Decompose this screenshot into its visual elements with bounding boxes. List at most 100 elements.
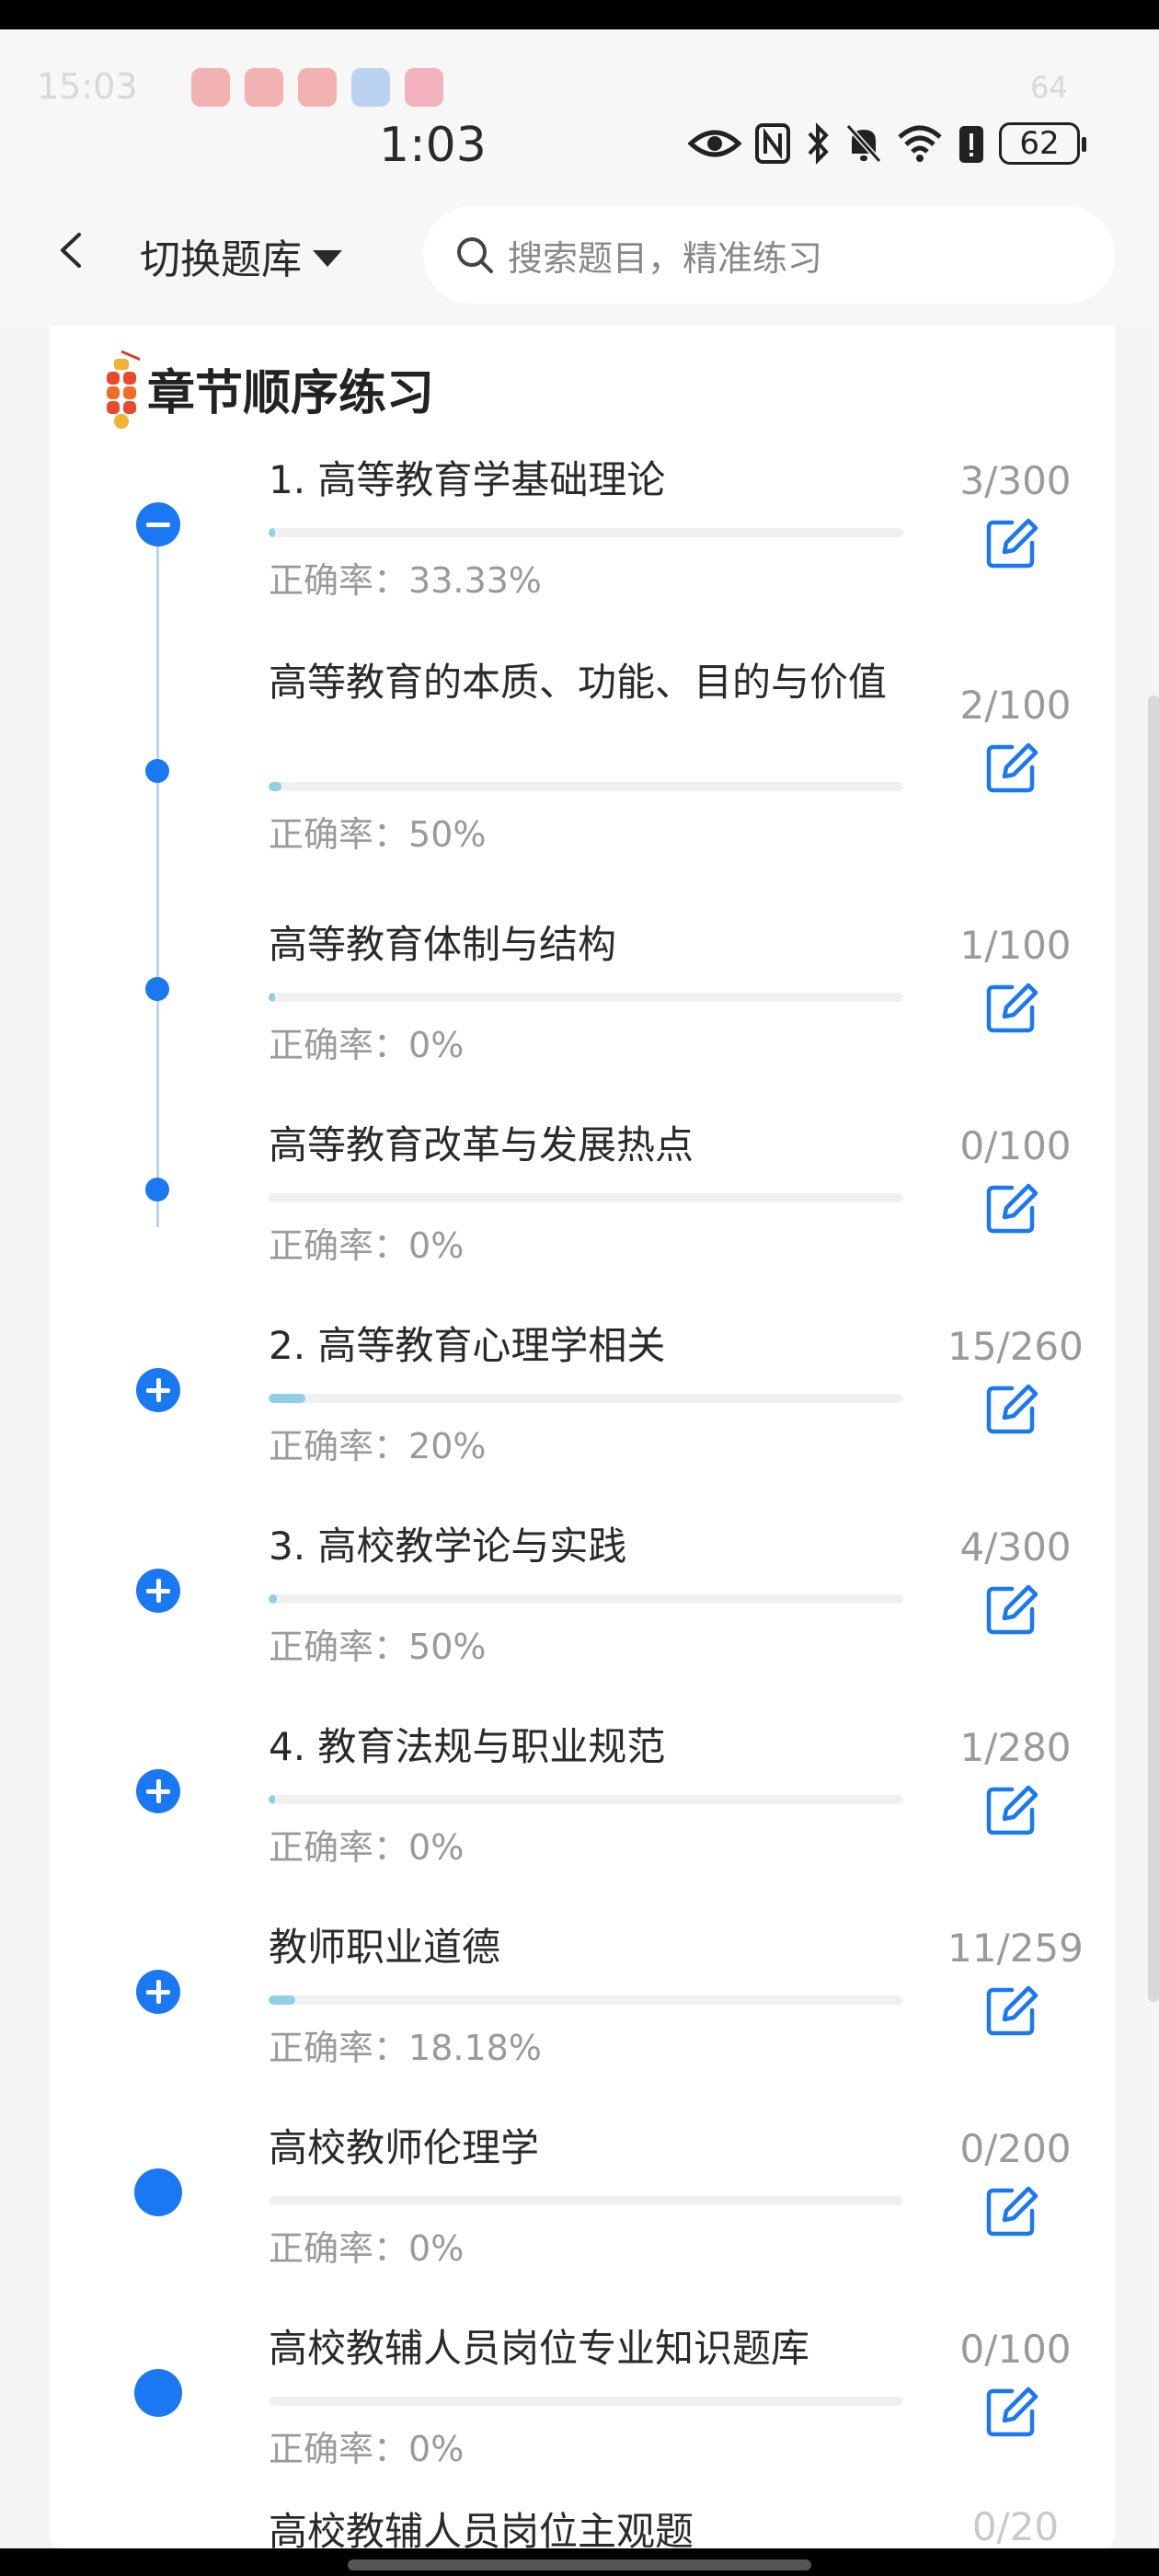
collapse-icon[interactable] [136, 502, 180, 546]
accuracy-text: 正确率：0% [269, 1217, 464, 1268]
switch-bank-dropdown[interactable]: 切换题库 [140, 226, 342, 285]
list-item[interactable]: 高校教辅人员岗位专业知识题库 正确率：0% 0/100 [50, 2323, 1115, 2516]
progress-bar [269, 782, 903, 791]
chapter-title: 教师职业道德 [269, 1925, 501, 1970]
chapter-count: 0/100 [959, 1123, 1072, 1168]
accuracy-label: 正确率： [269, 814, 409, 855]
progress-bar [269, 2196, 903, 2205]
chapter-title: 高等教育的本质、功能、目的与价值 [269, 660, 888, 705]
chapter-title: 高校教辅人员岗位专业知识题库 [269, 2326, 810, 2371]
home-indicator[interactable] [348, 2559, 811, 2570]
ghost-app-icon [351, 68, 390, 107]
accuracy-text: 正确率：20% [269, 1418, 486, 1468]
ghost-app-icon [245, 68, 283, 107]
chapter-title: 高等教育改革与发展热点 [269, 1122, 694, 1167]
chapter-count: 1/100 [959, 923, 1072, 968]
timeline-dot-icon [145, 977, 169, 1001]
accuracy-value: 50% [408, 814, 487, 855]
list-item[interactable]: 高等教育体制与结构 正确率：0% 1/100 [50, 919, 1115, 1112]
firecracker-icon [107, 350, 140, 429]
list-item[interactable]: 4. 教育法规与职业规范 正确率：0% 1/280 [50, 1721, 1115, 1915]
status-time: 1:03 [379, 118, 487, 173]
expand-icon[interactable] [136, 1569, 180, 1613]
caret-down-icon [313, 250, 342, 267]
battery-level: 62 [1019, 125, 1060, 162]
edit-icon[interactable] [984, 1581, 1041, 1637]
progress-fill [269, 1394, 306, 1403]
expand-icon[interactable] [136, 1769, 180, 1813]
bluetooth-icon [808, 122, 829, 165]
ghost-battery: 64 [1030, 70, 1068, 105]
accuracy-value: 0% [408, 1025, 465, 1065]
expand-icon[interactable] [136, 1970, 180, 2014]
accuracy-value: 33.33% [408, 560, 542, 601]
chapter-count: 11/259 [947, 1926, 1084, 1971]
list-item[interactable]: 1. 高等教育学基础理论 正确率：33.33% 3/300 [50, 454, 1115, 648]
edit-icon[interactable] [984, 2183, 1041, 2238]
accuracy-text: 正确率：0% [269, 1017, 464, 1067]
chapter-dot-icon [134, 2369, 182, 2417]
progress-bar [269, 1394, 903, 1403]
chevron-left-icon[interactable] [53, 232, 90, 269]
accuracy-label: 正确率： [269, 1225, 409, 1266]
progress-fill [269, 528, 275, 537]
edit-icon[interactable] [984, 515, 1041, 570]
top-edge [0, 0, 1159, 29]
battery-indicator: 62 [999, 122, 1086, 165]
edit-icon[interactable] [984, 1983, 1041, 2038]
progress-fill [269, 993, 275, 1002]
alert-battery-icon [959, 126, 983, 163]
progress-bar [269, 528, 903, 537]
chapter-title: 3. 高校教学论与实践 [269, 1524, 627, 1569]
chapter-title: 2. 高等教育心理学相关 [269, 1323, 666, 1368]
search-icon [457, 237, 493, 273]
edit-icon[interactable] [984, 2384, 1041, 2439]
accuracy-text: 正确率：18.18% [269, 2019, 542, 2070]
wifi-icon [898, 125, 942, 162]
accuracy-text: 正确率：50% [269, 1618, 486, 1669]
list-item[interactable]: 高等教育改革与发展热点正确率：0% 0/100 [50, 1120, 1115, 1313]
chapter-count: 4/300 [959, 1524, 1072, 1570]
section-title: 章节顺序练习 [147, 365, 435, 421]
chapter-count: 0/200 [959, 2126, 1072, 2171]
list-item[interactable]: 教师职业道德正确率：18.18% 11/259 [50, 1922, 1115, 2115]
system-icons: 62 [688, 118, 1086, 169]
accuracy-value: 0% [408, 2228, 465, 2269]
edit-icon[interactable] [984, 1180, 1041, 1236]
chapter-count: 2/100 [959, 683, 1072, 728]
accuracy-value: 0% [408, 1827, 465, 1868]
list-item-last[interactable]: 高校教辅人员岗位主观题 0/20 [50, 2495, 1115, 2552]
chapter-count: 1/280 [959, 1725, 1072, 1770]
progress-bar [269, 1594, 903, 1604]
edit-icon[interactable] [984, 1782, 1041, 1837]
eye-icon [688, 130, 741, 157]
list-item[interactable]: 高等教育的本质、功能、目的与价值正确率：50% 2/100 [50, 657, 1115, 855]
accuracy-label: 正确率： [269, 2228, 409, 2269]
accuracy-label: 正确率： [269, 1827, 409, 1868]
expand-icon[interactable] [136, 1368, 180, 1412]
list-item[interactable]: 高校教师伦理学 正确率：0% 0/200 [50, 2122, 1115, 2316]
chapter-count: 15/260 [947, 1324, 1084, 1369]
accuracy-label: 正确率： [269, 2028, 409, 2068]
list-item[interactable]: 3. 高校教学论与实践正确率：50% 4/300 [50, 1521, 1115, 1714]
chapter-count: 0/20 [971, 2504, 1060, 2549]
accuracy-label: 正确率： [269, 1426, 409, 1466]
progress-bar [269, 1795, 903, 1804]
top-nav: 切换题库 搜索题目，精准练习 [0, 167, 1159, 326]
edit-icon[interactable] [984, 740, 1041, 795]
scrollbar[interactable] [1148, 696, 1159, 2002]
ghost-time: 15:03 [37, 66, 138, 107]
mute-bell-icon [845, 123, 882, 164]
status-bar: 15:03 64 1:03 62 [0, 29, 1159, 173]
ghost-app-icon [298, 68, 337, 107]
accuracy-label: 正确率： [269, 1025, 409, 1065]
progress-fill [269, 1594, 277, 1604]
list-item[interactable]: 2. 高等教育心理学相关正确率：20% 15/260 [50, 1320, 1115, 1513]
edit-icon[interactable] [984, 980, 1041, 1035]
accuracy-text: 正确率：0% [269, 2220, 464, 2271]
edit-icon[interactable] [984, 1381, 1041, 1436]
search-input[interactable]: 搜索题目，精准练习 [423, 206, 1115, 304]
timeline-dot-icon [145, 1178, 169, 1202]
ghost-app-icon [191, 68, 230, 107]
progress-fill [269, 1795, 275, 1804]
